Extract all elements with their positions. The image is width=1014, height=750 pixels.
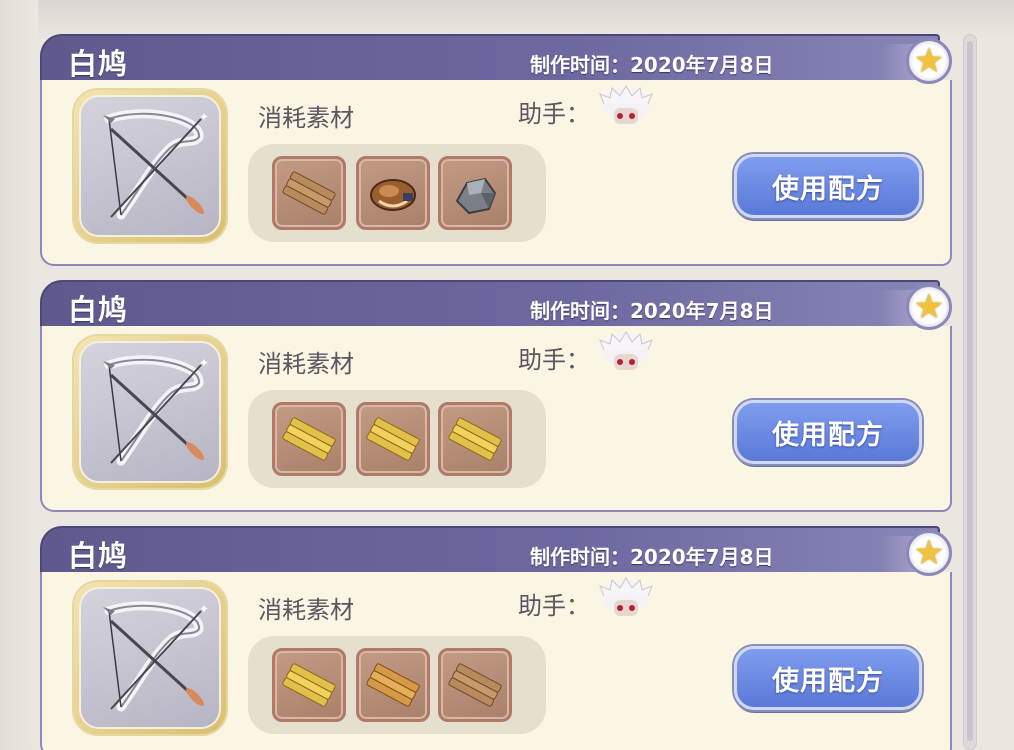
material-slot[interactable] (356, 156, 430, 230)
materials-label: 消耗素材 (258, 104, 354, 132)
helper-label: 助手： (518, 100, 590, 128)
materials-label: 消耗素材 (258, 350, 354, 378)
material-slot[interactable] (272, 402, 346, 476)
materials-tray (248, 390, 546, 488)
bow-icon: ✦ (103, 601, 209, 712)
helper-label: 助手： (518, 592, 590, 620)
scrollbar-thumb[interactable] (967, 41, 973, 741)
materials-tray (248, 144, 546, 242)
material-slot[interactable] (438, 402, 512, 476)
use-recipe-button[interactable]: 使用配方 (734, 154, 922, 218)
recipe-card-header: 白鸠 制作时间：2020年7月8日 (40, 280, 940, 328)
plank-golden-icon (282, 663, 336, 707)
recipe-title: 白鸠 (68, 539, 129, 573)
recipe-card-body: ✦ 消耗素材 助手： 使用配方 (40, 572, 952, 750)
recipe-card: 白鸠 制作时间：2020年7月8日 ★ ✦ 消耗素材 助手： 使用配方 (40, 526, 952, 750)
helper-avatar-icon[interactable] (598, 84, 654, 128)
material-slot[interactable] (272, 156, 346, 230)
plank-golden-icon (282, 417, 336, 461)
recipe-date: 制作时间：2020年7月8日 (530, 53, 774, 77)
recipe-card-header: 白鸠 制作时间：2020年7月8日 (40, 34, 940, 82)
use-recipe-button[interactable]: 使用配方 (734, 646, 922, 710)
material-slot[interactable] (272, 648, 346, 722)
recipe-title: 白鸠 (68, 47, 129, 81)
material-slot[interactable] (438, 648, 512, 722)
scrollbar[interactable] (963, 34, 977, 750)
material-slot[interactable] (356, 648, 430, 722)
recipe-card-header: 白鸠 制作时间：2020年7月8日 (40, 526, 940, 574)
materials-label: 消耗素材 (258, 596, 354, 624)
favorite-star-icon[interactable]: ★ (906, 530, 952, 576)
recipe-date: 制作时间：2020年7月8日 (530, 545, 774, 569)
weapon-slot[interactable]: ✦ (74, 90, 226, 242)
material-slot[interactable] (356, 402, 430, 476)
material-slot[interactable] (438, 156, 512, 230)
recipe-card: 白鸠 制作时间：2020年7月8日 ★ ✦ 消耗素材 助手： 使用配方 (40, 34, 952, 266)
favorite-star-icon[interactable]: ★ (906, 38, 952, 84)
ore-chunk-icon (455, 177, 497, 215)
plank-orange-icon (366, 663, 420, 707)
helper-avatar-icon[interactable] (598, 330, 654, 374)
use-recipe-button[interactable]: 使用配方 (734, 400, 922, 464)
svg-text:✦: ✦ (199, 602, 209, 616)
plank-golden-icon (448, 417, 502, 461)
bow-icon: ✦ (103, 109, 209, 220)
window-left-frame (0, 0, 38, 750)
recipe-title: 白鸠 (68, 293, 129, 327)
svg-text:✦: ✦ (199, 356, 209, 370)
favorite-star-icon[interactable]: ★ (906, 284, 952, 330)
svg-text:✦: ✦ (199, 110, 209, 124)
helper-avatar-icon[interactable] (598, 576, 654, 620)
recipe-card-body: ✦ 消耗素材 助手： 使用配方 (40, 80, 952, 266)
plank-brown-icon (448, 663, 502, 707)
recipe-date: 制作时间：2020年7月8日 (530, 299, 774, 323)
plank-brown-icon (282, 171, 336, 215)
plank-golden-icon (366, 417, 420, 461)
recipe-card-body: ✦ 消耗素材 助手： 使用配方 (40, 326, 952, 512)
bow-icon: ✦ (103, 355, 209, 466)
recipe-card: 白鸠 制作时间：2020年7月8日 ★ ✦ 消耗素材 助手： 使用配方 (40, 280, 952, 512)
weapon-slot[interactable]: ✦ (74, 336, 226, 488)
helper-label: 助手： (518, 346, 590, 374)
leather-pouch-icon (370, 179, 416, 211)
materials-tray (248, 636, 546, 734)
weapon-slot[interactable]: ✦ (74, 582, 226, 734)
